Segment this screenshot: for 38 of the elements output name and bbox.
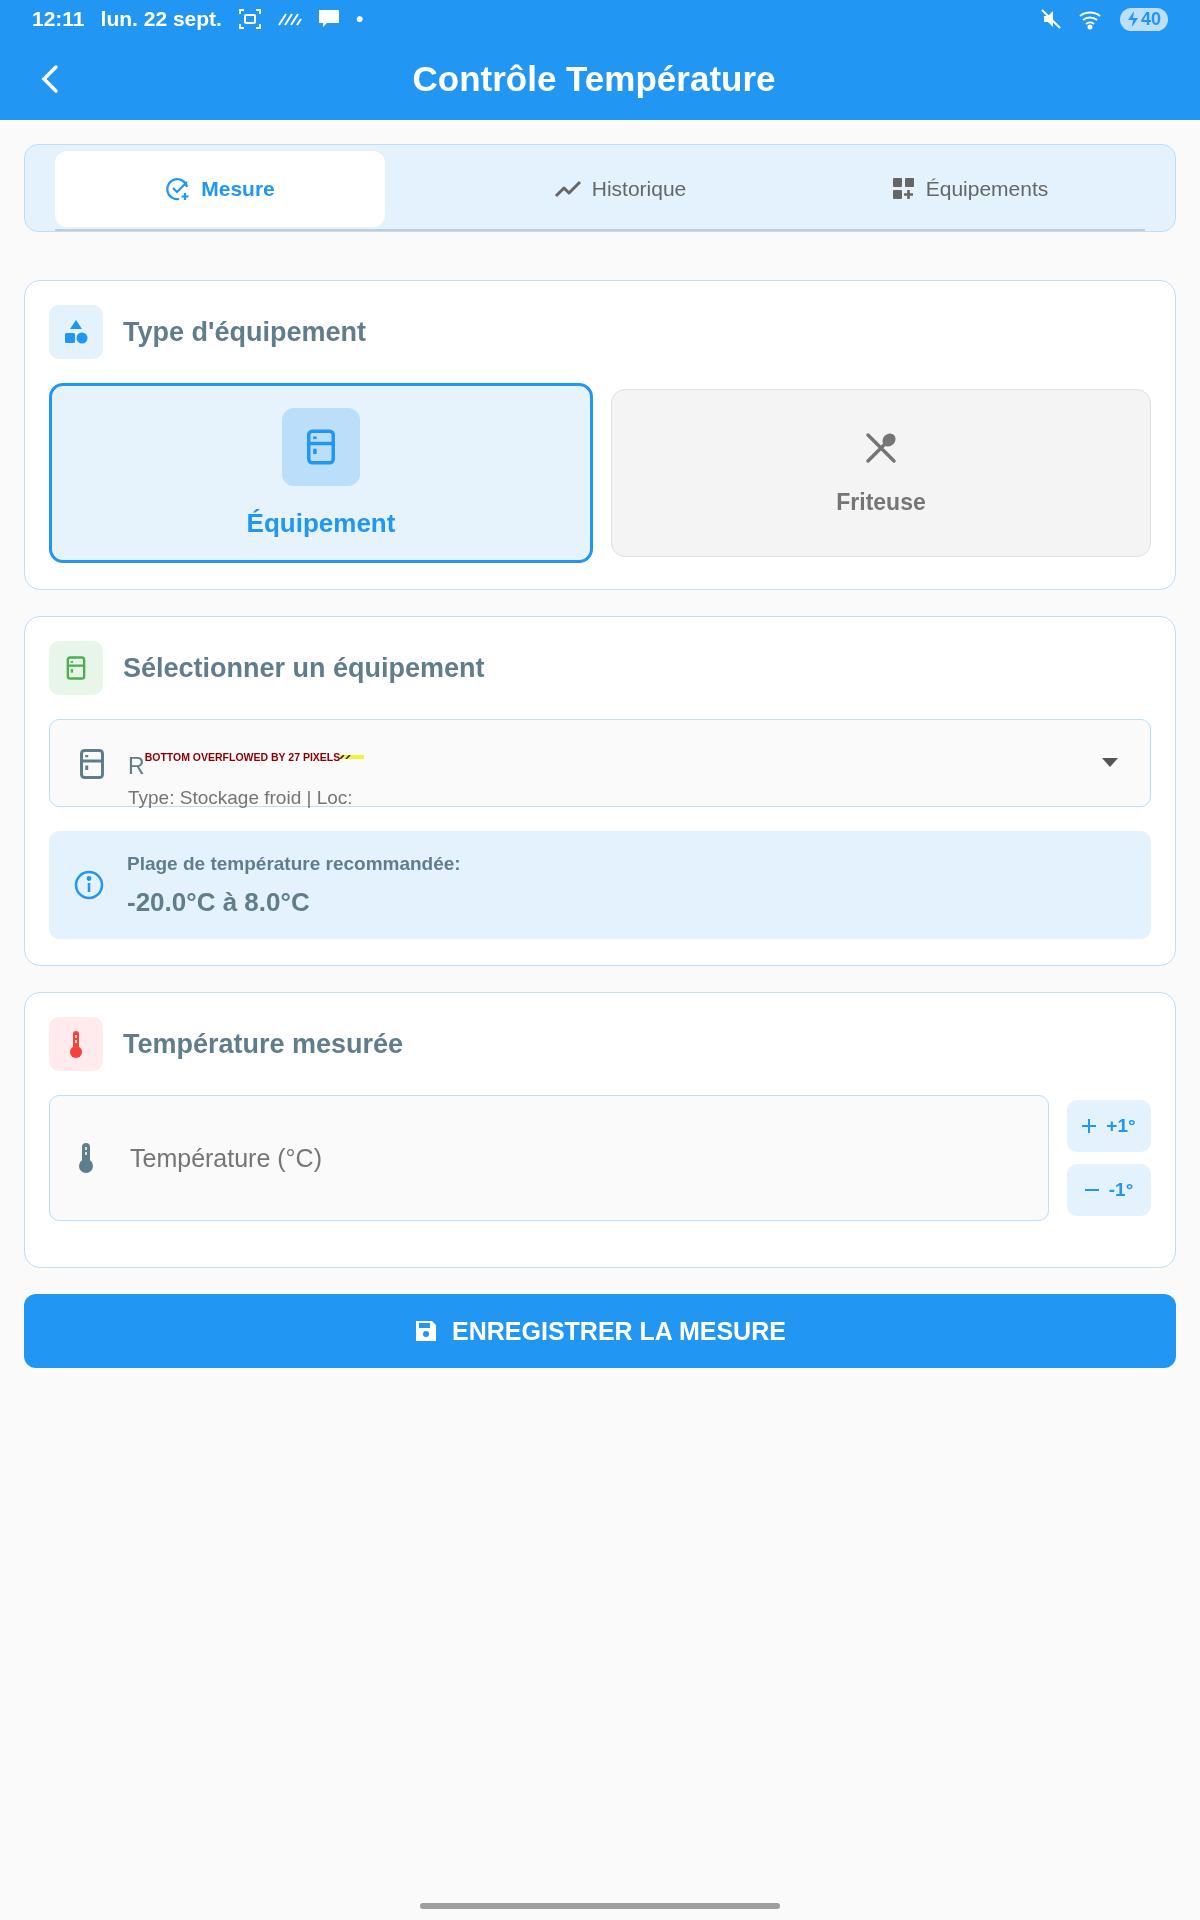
tab[interactable]: Mesure [55,151,385,227]
thermometer-icon [67,1029,85,1059]
range-label: Plage de température recommandée: [127,852,461,875]
overflow-warning: BOTTOM OVERFLOWED BY 27 PIXELS [144,751,341,763]
increment-button[interactable]: +1° [1067,1100,1151,1152]
mute-icon [1039,8,1062,30]
trend-icon [553,179,582,199]
status-date: lun. 22 sept. [100,7,222,31]
dashboard-add-icon [891,177,916,201]
type-option[interactable]: Friteuse [611,389,1151,557]
section-title: Type d'équipement [123,316,366,348]
battery-indicator: 40 [1119,7,1168,31]
temperature-field[interactable]: Température (°C) [49,1095,1049,1221]
tab[interactable]: Historique [445,151,795,227]
section-title: Température mesurée [123,1028,404,1060]
range-value: -20.0°C à 8.0°C [127,886,311,918]
plus-icon [1082,1119,1097,1133]
dropdown-subtitle: Type: Stockage froid | Loc: [128,787,354,809]
dropdown-value: R [128,754,145,778]
check-circle-icon [165,176,192,202]
save-button[interactable]: ENREGISTRER LA MESURE [24,1294,1176,1368]
shapes-icon [63,319,89,345]
notification-dot: • [355,7,364,31]
status-time: 12:11 [32,7,85,31]
decrement-button[interactable]: -1° [1067,1164,1151,1216]
section-title: Sélectionner un équipement [123,652,485,684]
utensils-icon [864,430,898,465]
type-option[interactable]: Équipement [49,383,593,563]
info-icon [73,869,105,901]
message-icon [317,9,340,29]
screenshot-icon [237,8,262,30]
warning-stripes-icon [340,755,365,759]
page-title: Contrôle Température [411,59,777,99]
thermometer-icon [77,1142,95,1174]
save-icon [414,1319,439,1343]
caret-icon [1102,758,1118,767]
stripes-icon [277,12,302,26]
tab[interactable]: Équipements [795,151,1145,227]
